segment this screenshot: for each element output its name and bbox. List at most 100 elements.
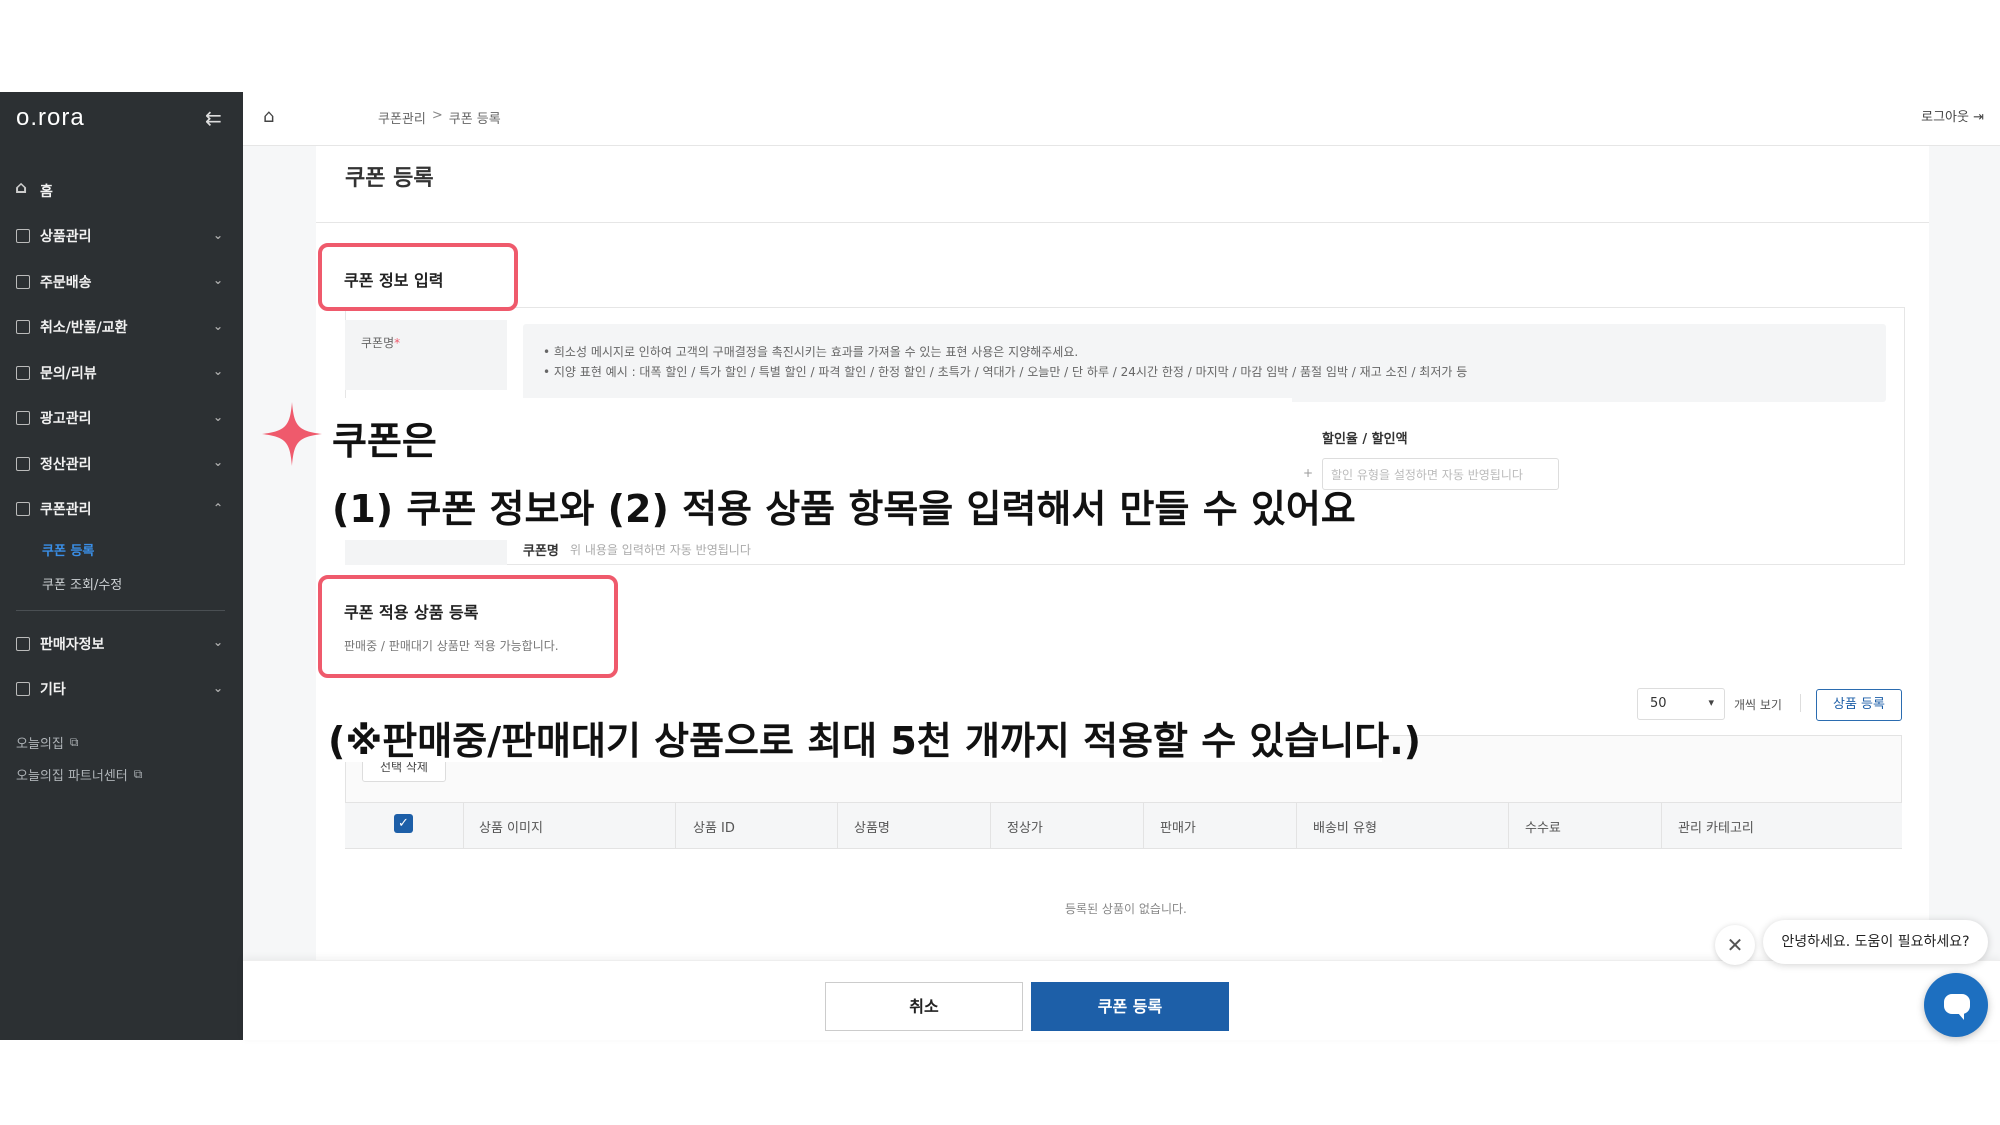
chat-launcher-button[interactable] bbox=[1924, 973, 1988, 1037]
breadcrumb-separator: > bbox=[431, 108, 443, 123]
sidebar-item-ads[interactable]: 광고관리 ⌄ bbox=[0, 396, 243, 442]
chevron-down-icon: ⌄ bbox=[212, 227, 223, 242]
sidebar-item-inquiries[interactable]: 문의/리뷰 ⌄ bbox=[0, 350, 243, 396]
coupon-name-label: 쿠폰명* bbox=[361, 334, 400, 351]
external-link-icon: ⧉ bbox=[133, 766, 143, 781]
store-icon[interactable]: ⌂ bbox=[263, 106, 274, 127]
select-all-checkbox[interactable]: ✓ bbox=[394, 814, 413, 833]
doc-icon bbox=[16, 229, 30, 244]
coupon-name-notice: • 희소성 메시지로 인하여 고객의 구매결정을 촉진시키는 효과를 가져올 수… bbox=[523, 324, 1886, 402]
table-header-cell: 수수료 bbox=[1525, 821, 1561, 836]
table-column-divider bbox=[463, 802, 464, 849]
chat-close-button[interactable]: ✕ bbox=[1715, 925, 1755, 965]
doc-icon bbox=[16, 456, 30, 471]
sidebar-item-orders[interactable]: 주문배송 ⌄ bbox=[0, 259, 243, 305]
chevron-down-icon: ⌄ bbox=[212, 273, 223, 287]
notice-line: • 지양 표현 예시 : 대폭 할인 / 특가 할인 / 특별 할인 / 파격 … bbox=[543, 365, 1468, 379]
doc-icon bbox=[16, 320, 30, 335]
table-column-divider bbox=[1143, 802, 1144, 849]
empty-table-message: 등록된 상품이 없습니다. bbox=[1065, 902, 1187, 916]
sidebar-item-etc[interactable]: 기타 ⌄ bbox=[0, 667, 243, 713]
doc-icon bbox=[16, 636, 30, 651]
annotation-line-2: (1) 쿠폰 정보와 (2) 적용 상품 항목을 입력해서 만들 수 있어요 bbox=[332, 487, 1356, 531]
app-logo[interactable]: o.rora bbox=[16, 104, 85, 132]
toolbar-divider bbox=[1800, 694, 1801, 712]
sparkle-icon bbox=[262, 402, 322, 466]
page-title: 쿠폰 등록 bbox=[345, 166, 434, 191]
cancel-button[interactable]: 취소 bbox=[825, 982, 1023, 1031]
coupon-name-preview-label: 쿠폰명 bbox=[523, 544, 559, 559]
sidebar-item-coupons[interactable]: 쿠폰관리 ⌃ bbox=[0, 487, 243, 533]
chat-greeting-bubble[interactable]: 안녕하세요. 도움이 필요하세요? bbox=[1763, 920, 1988, 964]
sidebar-subitem-coupon-register[interactable]: 쿠폰 등록 bbox=[0, 532, 243, 566]
sidebar-item-label: 취소/반품/교환 bbox=[40, 320, 128, 337]
submit-coupon-button[interactable]: 쿠폰 등록 bbox=[1031, 982, 1229, 1031]
top-bar: ⌂ 쿠폰관리 > 쿠폰 등록 로그아웃 ⇥ bbox=[243, 92, 2000, 146]
doc-icon bbox=[16, 274, 30, 289]
breadcrumb: 쿠폰관리 > 쿠폰 등록 bbox=[378, 108, 501, 127]
table-header-cell: 상품 이미지 bbox=[479, 821, 543, 836]
sidebar-link-partner-center[interactable]: 오늘의집 파트너센터 ⧉ bbox=[0, 758, 243, 790]
sidebar-item-label: 상품관리 bbox=[40, 229, 92, 246]
annotation-line-3: (※판매중/판매대기 상품으로 최대 5천 개까지 적용할 수 있습니다.) bbox=[328, 719, 1422, 763]
caret-down-icon: ▾ bbox=[1708, 696, 1714, 709]
logout-icon: ⇥ bbox=[1973, 110, 1984, 125]
sidebar-item-settlement[interactable]: 정산관리 ⌄ bbox=[0, 441, 243, 487]
table-column-divider bbox=[1296, 802, 1297, 849]
table-header: 상품 이미지 상품 ID 상품명 정상가 판매가 배송비 유형 수수료 관리 카… bbox=[345, 802, 1902, 849]
table-header-cell: 상품 ID bbox=[693, 821, 735, 836]
annotation-line-1: 쿠폰은 bbox=[332, 419, 437, 463]
title-divider bbox=[316, 222, 1929, 223]
table-header-cell: 관리 카테고리 bbox=[1678, 821, 1754, 836]
table-column-divider bbox=[675, 802, 676, 849]
sidebar-item-label: 쿠폰관리 bbox=[40, 502, 92, 519]
page-size-select[interactable]: 50 ▾ bbox=[1637, 688, 1725, 720]
breadcrumb-item[interactable]: 쿠폰관리 bbox=[378, 108, 426, 127]
chevron-down-icon: ⌄ bbox=[212, 635, 223, 649]
sidebar-item-label: 광고관리 bbox=[40, 411, 92, 428]
table-header-cell: 상품명 bbox=[854, 821, 890, 836]
sidebar-item-label: 판매자정보 bbox=[40, 636, 105, 653]
register-product-button[interactable]: 상품 등록 bbox=[1816, 689, 1902, 721]
section-coupon-products-title: 쿠폰 적용 상품 등록 bbox=[344, 603, 479, 622]
sidebar-item-products[interactable]: 상품관리 ⌄ bbox=[0, 214, 243, 260]
home-icon bbox=[15, 178, 30, 198]
sidebar-item-seller-info[interactable]: 판매자정보 ⌄ bbox=[0, 621, 243, 667]
doc-icon bbox=[16, 411, 30, 426]
external-link-icon: ⧉ bbox=[69, 734, 79, 749]
sidebar-link-ohouse[interactable]: 오늘의집 ⧉ bbox=[0, 726, 243, 758]
coupon-name-label-text: 쿠폰명 bbox=[361, 336, 395, 350]
sidebar: o.rora ⇇ 홈 상품관리 ⌄ 주문배송 ⌄ 취소/반품/교환 ⌄ bbox=[0, 92, 243, 1040]
sidebar-item-home[interactable]: 홈 bbox=[0, 168, 243, 214]
table-column-divider bbox=[990, 802, 991, 849]
doc-icon bbox=[16, 365, 30, 380]
table-column-divider bbox=[837, 802, 838, 849]
sidebar-item-returns[interactable]: 취소/반품/교환 ⌄ bbox=[0, 305, 243, 351]
coupon-name-label-cell: 쿠폰명* bbox=[345, 320, 507, 390]
sidebar-item-label: 정산관리 bbox=[40, 456, 92, 473]
discount-label: 할인율 / 할인액 bbox=[1322, 432, 1408, 447]
page-size-label: 개씩 보기 bbox=[1734, 698, 1782, 712]
sidebar-link-label: 오늘의집 파트너센터 bbox=[16, 768, 128, 784]
page-size-value: 50 bbox=[1650, 696, 1667, 711]
doc-icon bbox=[16, 682, 30, 697]
chat-icon bbox=[1944, 994, 1970, 1020]
discount-input[interactable]: 할인 유형을 설정하면 자동 반영됩니다 bbox=[1322, 458, 1559, 490]
sidebar-subitem-coupon-edit[interactable]: 쿠폰 조회/수정 bbox=[0, 566, 243, 600]
sidebar-link-label: 오늘의집 bbox=[16, 736, 64, 752]
logout-label: 로그아웃 bbox=[1921, 110, 1969, 125]
section-coupon-products-subtitle: 판매중 / 판매대기 상품만 적용 가능합니다. bbox=[344, 639, 559, 653]
chevron-down-icon: ⌄ bbox=[212, 409, 223, 424]
sidebar-divider bbox=[16, 610, 225, 611]
sidebar-nav: 홈 상품관리 ⌄ 주문배송 ⌄ 취소/반품/교환 ⌄ 문의/리뷰 ⌄ bbox=[0, 168, 243, 790]
chevron-down-icon: ⌄ bbox=[212, 455, 223, 469]
breadcrumb-item: 쿠폰 등록 bbox=[448, 112, 501, 127]
doc-icon bbox=[16, 502, 30, 517]
collapse-sidebar-icon[interactable]: ⇇ bbox=[205, 106, 222, 130]
section-coupon-info-title: 쿠폰 정보 입력 bbox=[344, 271, 444, 290]
chevron-down-icon: ⌄ bbox=[212, 318, 223, 333]
sidebar-item-label: 문의/리뷰 bbox=[40, 365, 97, 382]
logout-button[interactable]: 로그아웃 ⇥ bbox=[1921, 106, 1984, 125]
table-column-divider bbox=[1661, 802, 1662, 849]
chevron-up-icon: ⌃ bbox=[212, 500, 223, 515]
